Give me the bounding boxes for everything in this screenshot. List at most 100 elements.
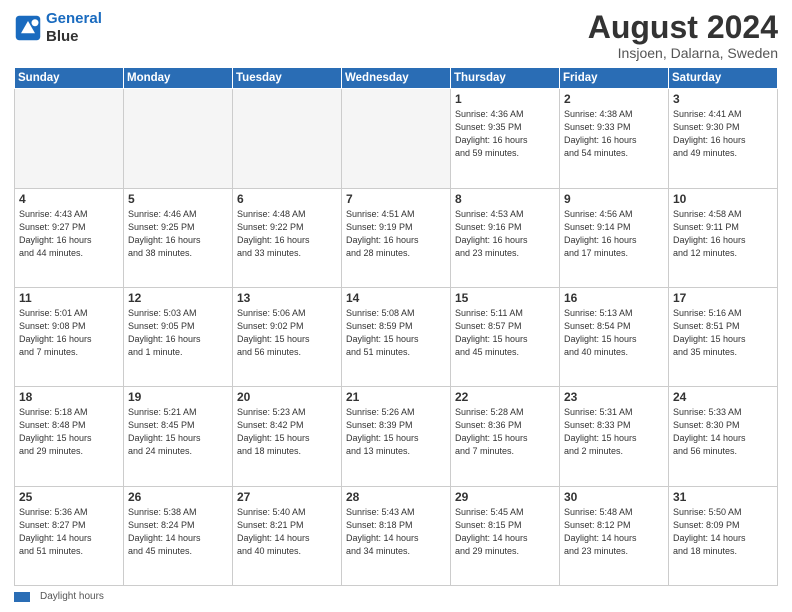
day-info: Sunrise: 5:31 AM Sunset: 8:33 PM Dayligh…: [564, 406, 664, 458]
calendar-cell: 16 Sunrise: 5:13 AM Sunset: 8:54 PM Dayli…: [560, 287, 669, 386]
calendar-cell: 26 Sunrise: 5:38 AM Sunset: 8:24 PM Dayli…: [124, 486, 233, 585]
calendar-cell: 7Sunrise: 4:51 AM Sunset: 9:19 PM Daylig…: [342, 188, 451, 287]
calendar-week-row: 1 Sunrise: 4:36 AM Sunset: 9:35 PM Daylig…: [15, 89, 778, 188]
day-info: Sunrise: 5:28 AM Sunset: 8:36 PM Dayligh…: [455, 406, 555, 458]
calendar-day-header: Thursday: [451, 68, 560, 89]
day-info: Sunrise: 5:03 AM Sunset: 9:05 PM Dayligh…: [128, 307, 228, 359]
calendar-cell: 17Sunrise: 5:16 AM Sunset: 8:51 PM Dayli…: [669, 287, 778, 386]
calendar-cell: 23 Sunrise: 5:31 AM Sunset: 8:33 PM Dayli…: [560, 387, 669, 486]
day-info: Sunrise: 5:06 AM Sunset: 9:02 PM Dayligh…: [237, 307, 337, 359]
day-number: 17: [673, 291, 773, 305]
day-info: Sunrise: 5:01 AM Sunset: 9:08 PM Dayligh…: [19, 307, 119, 359]
day-info: Sunrise: 5:18 AM Sunset: 8:48 PM Dayligh…: [19, 406, 119, 458]
day-number: 14: [346, 291, 446, 305]
calendar-cell: 19Sunrise: 5:21 AM Sunset: 8:45 PM Dayli…: [124, 387, 233, 486]
calendar-week-row: 4 Sunrise: 4:43 AM Sunset: 9:27 PM Daylig…: [15, 188, 778, 287]
day-number: 8: [455, 192, 555, 206]
calendar-cell: 24Sunrise: 5:33 AM Sunset: 8:30 PM Dayli…: [669, 387, 778, 486]
day-info: Sunrise: 4:46 AM Sunset: 9:25 PM Dayligh…: [128, 208, 228, 260]
calendar-day-header: Sunday: [15, 68, 124, 89]
day-info: Sunrise: 5:50 AM Sunset: 8:09 PM Dayligh…: [673, 506, 773, 558]
calendar-day-header: Friday: [560, 68, 669, 89]
calendar-cell: 31 Sunrise: 5:50 AM Sunset: 8:09 PM Dayli…: [669, 486, 778, 585]
calendar-cell: 28 Sunrise: 5:43 AM Sunset: 8:18 PM Dayli…: [342, 486, 451, 585]
day-number: 22: [455, 390, 555, 404]
day-number: 11: [19, 291, 119, 305]
calendar-cell: [342, 89, 451, 188]
day-number: 28: [346, 490, 446, 504]
calendar-week-row: 11 Sunrise: 5:01 AM Sunset: 9:08 PM Dayli…: [15, 287, 778, 386]
title-block: August 2024 Insjoen, Dalarna, Sweden: [588, 10, 778, 61]
logo-text: General Blue: [46, 10, 102, 46]
day-info: Sunrise: 4:43 AM Sunset: 9:27 PM Dayligh…: [19, 208, 119, 260]
calendar-day-header: Wednesday: [342, 68, 451, 89]
day-info: Sunrise: 5:45 AM Sunset: 8:15 PM Dayligh…: [455, 506, 555, 558]
calendar-week-row: 25 Sunrise: 5:36 AM Sunset: 8:27 PM Dayli…: [15, 486, 778, 585]
calendar-cell: [124, 89, 233, 188]
day-number: 15: [455, 291, 555, 305]
day-number: 23: [564, 390, 664, 404]
day-number: 29: [455, 490, 555, 504]
day-number: 3: [673, 92, 773, 106]
day-info: Sunrise: 5:13 AM Sunset: 8:54 PM Dayligh…: [564, 307, 664, 359]
calendar-day-header: Tuesday: [233, 68, 342, 89]
day-number: 2: [564, 92, 664, 106]
day-number: 27: [237, 490, 337, 504]
calendar-cell: 15Sunrise: 5:11 AM Sunset: 8:57 PM Dayli…: [451, 287, 560, 386]
day-info: Sunrise: 5:36 AM Sunset: 8:27 PM Dayligh…: [19, 506, 119, 558]
day-info: Sunrise: 4:53 AM Sunset: 9:16 PM Dayligh…: [455, 208, 555, 260]
day-number: 25: [19, 490, 119, 504]
header: General Blue August 2024 Insjoen, Dalarn…: [14, 10, 778, 61]
day-info: Sunrise: 5:38 AM Sunset: 8:24 PM Dayligh…: [128, 506, 228, 558]
subtitle: Insjoen, Dalarna, Sweden: [588, 45, 778, 61]
day-number: 20: [237, 390, 337, 404]
calendar-header-row: SundayMondayTuesdayWednesdayThursdayFrid…: [15, 68, 778, 89]
day-info: Sunrise: 4:48 AM Sunset: 9:22 PM Dayligh…: [237, 208, 337, 260]
day-number: 26: [128, 490, 228, 504]
calendar-cell: 4 Sunrise: 4:43 AM Sunset: 9:27 PM Daylig…: [15, 188, 124, 287]
day-info: Sunrise: 5:21 AM Sunset: 8:45 PM Dayligh…: [128, 406, 228, 458]
calendar-cell: 22 Sunrise: 5:28 AM Sunset: 8:36 PM Dayli…: [451, 387, 560, 486]
calendar-cell: 1 Sunrise: 4:36 AM Sunset: 9:35 PM Daylig…: [451, 89, 560, 188]
calendar-cell: 21 Sunrise: 5:26 AM Sunset: 8:39 PM Dayli…: [342, 387, 451, 486]
day-info: Sunrise: 5:43 AM Sunset: 8:18 PM Dayligh…: [346, 506, 446, 558]
day-info: Sunrise: 5:26 AM Sunset: 8:39 PM Dayligh…: [346, 406, 446, 458]
day-info: Sunrise: 4:36 AM Sunset: 9:35 PM Dayligh…: [455, 108, 555, 160]
day-number: 6: [237, 192, 337, 206]
calendar-day-header: Monday: [124, 68, 233, 89]
day-number: 30: [564, 490, 664, 504]
logo: General Blue: [14, 10, 102, 46]
day-number: 1: [455, 92, 555, 106]
day-info: Sunrise: 5:33 AM Sunset: 8:30 PM Dayligh…: [673, 406, 773, 458]
day-info: Sunrise: 4:38 AM Sunset: 9:33 PM Dayligh…: [564, 108, 664, 160]
page: General Blue August 2024 Insjoen, Dalarn…: [0, 0, 792, 612]
calendar-cell: 29 Sunrise: 5:45 AM Sunset: 8:15 PM Dayli…: [451, 486, 560, 585]
day-number: 21: [346, 390, 446, 404]
day-number: 31: [673, 490, 773, 504]
calendar-cell: 9 Sunrise: 4:56 AM Sunset: 9:14 PM Daylig…: [560, 188, 669, 287]
calendar-cell: 2 Sunrise: 4:38 AM Sunset: 9:33 PM Daylig…: [560, 89, 669, 188]
calendar-cell: 13Sunrise: 5:06 AM Sunset: 9:02 PM Dayli…: [233, 287, 342, 386]
calendar-cell: 3 Sunrise: 4:41 AM Sunset: 9:30 PM Daylig…: [669, 89, 778, 188]
calendar-cell: 11 Sunrise: 5:01 AM Sunset: 9:08 PM Dayli…: [15, 287, 124, 386]
footer: Daylight hours: [14, 591, 778, 602]
calendar-cell: [15, 89, 124, 188]
day-info: Sunrise: 4:56 AM Sunset: 9:14 PM Dayligh…: [564, 208, 664, 260]
day-number: 9: [564, 192, 664, 206]
logo-icon: [14, 14, 42, 42]
day-number: 10: [673, 192, 773, 206]
calendar-cell: [233, 89, 342, 188]
day-info: Sunrise: 4:41 AM Sunset: 9:30 PM Dayligh…: [673, 108, 773, 160]
day-number: 16: [564, 291, 664, 305]
calendar-cell: 30 Sunrise: 5:48 AM Sunset: 8:12 PM Dayli…: [560, 486, 669, 585]
day-number: 4: [19, 192, 119, 206]
calendar-cell: 5Sunrise: 4:46 AM Sunset: 9:25 PM Daylig…: [124, 188, 233, 287]
calendar-cell: 25 Sunrise: 5:36 AM Sunset: 8:27 PM Dayli…: [15, 486, 124, 585]
day-info: Sunrise: 5:48 AM Sunset: 8:12 PM Dayligh…: [564, 506, 664, 558]
day-number: 7: [346, 192, 446, 206]
legend-box: [14, 592, 30, 602]
calendar-cell: 6 Sunrise: 4:48 AM Sunset: 9:22 PM Daylig…: [233, 188, 342, 287]
calendar-week-row: 18Sunrise: 5:18 AM Sunset: 8:48 PM Dayli…: [15, 387, 778, 486]
calendar-cell: 8 Sunrise: 4:53 AM Sunset: 9:16 PM Daylig…: [451, 188, 560, 287]
main-title: August 2024: [588, 10, 778, 45]
